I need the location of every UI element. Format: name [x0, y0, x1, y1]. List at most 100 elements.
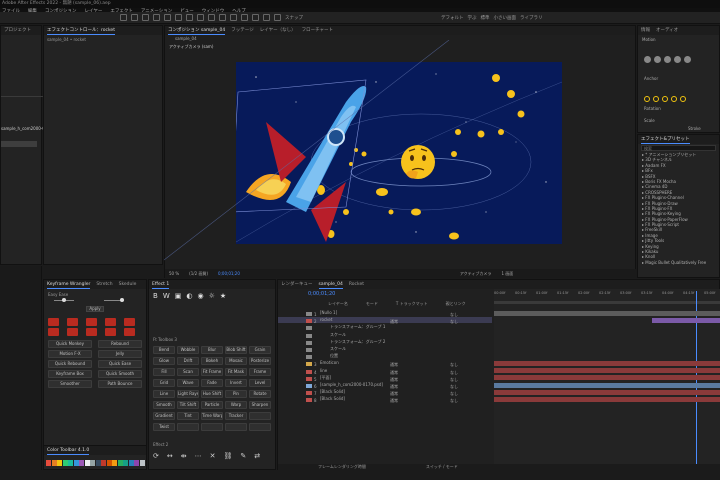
tab-info[interactable]: 情報 [641, 26, 650, 35]
layer-label-color[interactable] [306, 391, 312, 396]
layer-label-color[interactable] [306, 312, 312, 316]
layer-parent[interactable]: なし [450, 398, 458, 404]
toolbox-button[interactable]: Fill [153, 368, 175, 376]
layer-duration-bar[interactable] [494, 396, 720, 402]
layer-name[interactable]: トランスフォーム：グループ 2 [320, 339, 390, 345]
color-swatch[interactable] [95, 460, 101, 466]
effects-list-item[interactable]: ▸ Magic Bullet Qualitatively Free [642, 260, 719, 265]
ease-curve-button[interactable] [48, 328, 59, 336]
layer-name[interactable]: [平面] [320, 375, 390, 381]
layer-label-color[interactable] [306, 384, 312, 388]
layer-duration-bar[interactable] [494, 382, 720, 388]
layer-name[interactable]: 位置 [320, 353, 390, 359]
tab-skedule[interactable]: Skedule [119, 280, 137, 289]
color-swatch[interactable] [117, 460, 123, 466]
ease-curve-button[interactable] [86, 318, 97, 326]
layer-label-color[interactable] [306, 398, 312, 403]
layer-mode[interactable]: 通常 [390, 398, 430, 404]
toolbox-button[interactable]: Time Warp [201, 412, 223, 420]
layer-name[interactable]: [Black Solid] [320, 396, 390, 402]
color-swatch[interactable] [106, 460, 112, 466]
ease-curve-button[interactable] [48, 318, 59, 326]
tab-layer[interactable]: レイヤー（なし） [260, 26, 296, 35]
brush-tool-icon[interactable] [230, 14, 237, 21]
color-swatch[interactable] [128, 460, 134, 466]
timeline-layer-row[interactable]: 2 rocket 通常 なし [278, 317, 492, 324]
timeline-layer-row[interactable]: 4 line 通常 なし [278, 368, 492, 375]
tab-effect-controls[interactable]: エフェクトコントロール：rocket [47, 26, 115, 35]
toolbox-button[interactable]: Rotate [249, 390, 271, 398]
col-parent[interactable]: 親とリンク [446, 301, 466, 307]
layer-duration-bar[interactable] [494, 339, 720, 344]
tab-effect-1[interactable]: Effect 1 [152, 280, 170, 289]
eraser-tool-icon[interactable] [252, 14, 259, 21]
toolbox-button[interactable] [249, 412, 271, 420]
workspace-standard[interactable]: 標準 [481, 15, 490, 21]
workspace-learn[interactable]: 学ぶ [468, 15, 477, 21]
current-time[interactable]: 0;00;01;20 [218, 271, 240, 276]
layer-label-color[interactable] [306, 369, 312, 374]
prop-button-4[interactable] [671, 96, 677, 102]
swap-icon[interactable]: ⇄ [254, 452, 260, 460]
ease-curve-button[interactable] [67, 328, 78, 336]
toolbox-button[interactable]: Scan [177, 368, 199, 376]
toolbox-button[interactable] [177, 423, 199, 431]
toolbox-button[interactable]: Level [249, 379, 271, 387]
keyframe-tool-button[interactable]: Keyframe Box [48, 370, 92, 378]
bold-glyph-button[interactable]: B [153, 292, 158, 300]
tab-effects-presets[interactable]: エフェクト&プリセット [641, 135, 690, 144]
toolbox-button[interactable]: Fit Mask [225, 368, 247, 376]
toolbox-button[interactable]: Particle [201, 401, 223, 409]
layer-duration-bar[interactable] [494, 347, 720, 352]
tab-audio[interactable]: オーディオ [656, 26, 678, 35]
layer-name[interactable]: [Black Solid] [320, 389, 390, 395]
toolbox-button[interactable]: Fit Frame [201, 368, 223, 376]
zoom-tool-icon[interactable] [153, 14, 160, 21]
project-item-selected[interactable] [1, 141, 37, 147]
prop-button-3[interactable] [662, 96, 668, 102]
toolbox-button[interactable]: Tracker [225, 412, 247, 420]
timeline-layer-row[interactable]: トランスフォーム：グループ 1 [278, 324, 492, 331]
layer-duration-bar[interactable] [494, 389, 720, 395]
ease-curve-button[interactable] [105, 318, 116, 326]
motion-button-5[interactable] [684, 56, 691, 63]
color-swatch[interactable] [139, 460, 145, 466]
hand-tool-icon[interactable] [142, 14, 149, 21]
workspace-small-screen[interactable]: 小さい画面 [494, 15, 517, 21]
ease-curve-button[interactable] [124, 328, 135, 336]
col-mode[interactable]: モード [366, 301, 378, 307]
layer-duration-bar[interactable] [494, 310, 720, 316]
prop-button-5[interactable] [680, 96, 686, 102]
pen-tool-icon[interactable] [208, 14, 215, 21]
dots-icon[interactable]: ⋯ [195, 452, 202, 460]
close-icon[interactable]: ✕ [210, 452, 216, 460]
apply-button[interactable]: Apply [86, 306, 104, 312]
switch-mode-toggle[interactable]: スイッチ / モード [426, 464, 458, 470]
color-swatch[interactable] [112, 460, 117, 466]
timeline-layer-row[interactable]: 7 [Black Solid] 通常 なし [278, 389, 492, 396]
timeline-layer-row[interactable]: スケール [278, 332, 492, 338]
track-area[interactable]: 00:00f 00:15f 01:00f 01:15f 02:00f 02:15f 03:0… [494, 289, 720, 465]
light-bulb-icon[interactable]: ☼ [209, 292, 215, 300]
color-wheel-icon[interactable]: ◉ [197, 292, 203, 300]
tab-footage[interactable]: フッテージ [231, 26, 253, 35]
ease-curve-button[interactable] [67, 318, 78, 326]
layer-name[interactable]: rocket [320, 317, 390, 323]
toolbox-button[interactable]: Tilt Shift [177, 401, 199, 409]
timeline-layer-row[interactable]: トランスフォーム：グループ 2 [278, 339, 492, 345]
layer-label-color[interactable] [306, 333, 312, 338]
layer-label-color[interactable] [306, 319, 312, 324]
loop-icon[interactable]: ⟳ [153, 452, 159, 460]
render-time-label[interactable]: フレームレンダリング時間 [318, 464, 366, 470]
keyframe-tool-button[interactable]: Path Bounce [98, 380, 142, 388]
color-swatch[interactable] [90, 460, 95, 466]
slider-thumb-2[interactable] [120, 298, 124, 302]
tab-timeline-rocket[interactable]: Rocket [349, 280, 364, 289]
color-swatch[interactable] [84, 460, 90, 466]
timeline-layer-row[interactable]: 8 [Black Solid] 通常 なし [278, 396, 492, 404]
toolbox-button[interactable]: Hue Shift [201, 390, 223, 398]
layer-label-color[interactable] [306, 348, 312, 352]
layer-duration-bar[interactable] [494, 360, 720, 366]
toolbox-button[interactable]: Wobble [177, 346, 199, 354]
time-ruler[interactable]: 00:00f 00:15f 01:00f 01:15f 02:00f 02:15f 03:0… [494, 291, 720, 299]
